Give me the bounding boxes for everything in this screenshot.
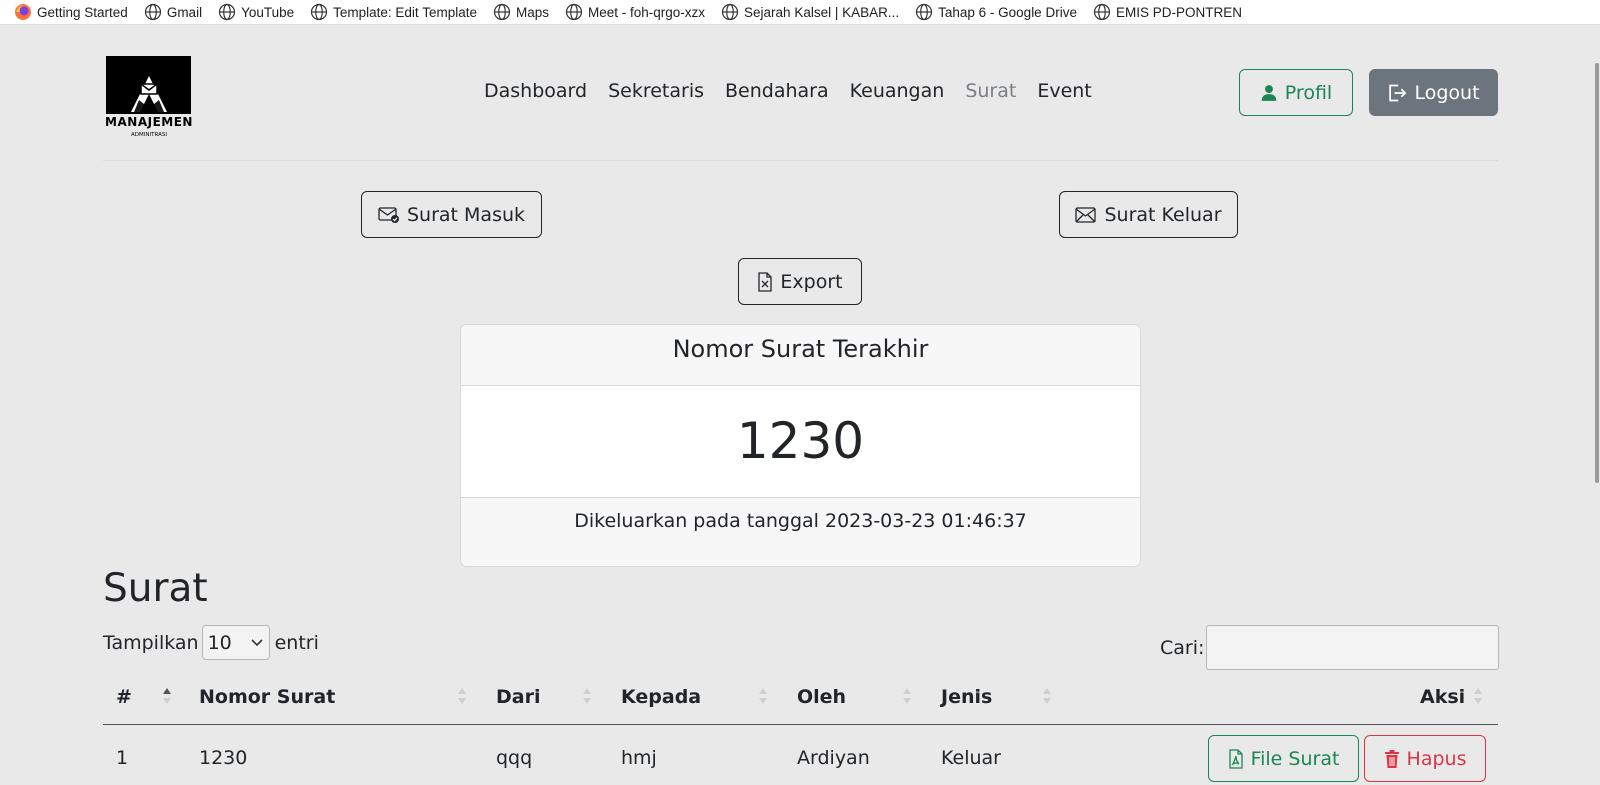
nav-keuangan[interactable]: Keuangan [850, 80, 945, 102]
section-title: Surat [103, 566, 208, 611]
logout-icon [1389, 84, 1407, 101]
sort-icon[interactable] [456, 684, 468, 708]
entries-value: 10 [207, 631, 232, 654]
bookmark-getting-started[interactable]: Getting Started [14, 3, 128, 21]
nav-surat[interactable]: Surat [965, 80, 1016, 102]
surat-masuk-label: Surat Masuk [406, 203, 526, 226]
logo[interactable]: MANAJEMEN ADMINITRASI [103, 56, 195, 160]
nav-bendahara[interactable]: Bendahara [725, 80, 829, 102]
logo-title: MANAJEMEN [105, 115, 193, 129]
bookmark-meet[interactable]: Meet - foh-qrgo-xzx [565, 3, 705, 21]
cell-dari: qqq [496, 747, 533, 769]
search-control: Cari: [1160, 625, 1500, 670]
trash-icon [1384, 749, 1399, 768]
nav-event[interactable]: Event [1037, 80, 1091, 102]
col-header-oleh[interactable]: Oleh [797, 686, 846, 708]
scrollbar[interactable] [1592, 25, 1600, 785]
last-number-card: Nomor Surat Terakhir 1230 Dikeluarkan pa… [460, 324, 1141, 567]
logout-label: Logout [1414, 81, 1480, 104]
col-header-aksi[interactable]: Aksi [1420, 686, 1465, 708]
globe-icon [565, 3, 583, 21]
file-surat-button[interactable]: File Surat [1208, 735, 1359, 782]
bookmark-template[interactable]: Template: Edit Template [310, 3, 477, 21]
card-footer-date: Dikeluarkan pada tanggal 2023-03-23 01:4… [461, 497, 1140, 566]
globe-icon [218, 3, 236, 21]
bookmark-youtube[interactable]: YouTube [218, 3, 294, 21]
sort-icon[interactable] [757, 684, 769, 708]
bookmark-label: YouTube [241, 4, 295, 20]
bookmark-label: Maps [515, 4, 549, 20]
main-nav: Dashboard Sekretaris Bendahara Keuangan … [484, 80, 1113, 102]
hapus-button[interactable]: Hapus [1364, 735, 1486, 782]
bookmark-gmail[interactable]: Gmail [144, 3, 202, 21]
scrollbar-thumb[interactable] [1595, 63, 1599, 483]
sort-icon[interactable] [1041, 684, 1053, 708]
col-header-kepada[interactable]: Kepada [621, 686, 701, 708]
envelope-check-icon [378, 206, 399, 223]
bookmark-emis[interactable]: EMIS PD-PONTREN [1093, 3, 1242, 21]
entries-select[interactable]: 10 [201, 625, 270, 660]
profil-button[interactable]: Profil [1239, 69, 1353, 116]
sort-icon[interactable] [581, 684, 593, 708]
surat-masuk-button[interactable]: Surat Masuk [361, 191, 542, 238]
bookmark-label: Meet - foh-qrgo-xzx [587, 4, 706, 20]
logo-mark: MANAJEMEN ADMINITRASI [105, 56, 193, 138]
person-icon [1261, 84, 1277, 101]
sort-icon[interactable] [1472, 684, 1484, 708]
col-header-nomor-surat[interactable]: Nomor Surat [199, 686, 335, 708]
sort-icon[interactable] [901, 684, 913, 708]
header-divider [103, 160, 1498, 161]
last-number: 1230 [736, 412, 865, 470]
file-pdf-icon [1228, 748, 1243, 769]
globe-icon [493, 3, 511, 21]
cell-no: 1 [116, 747, 129, 769]
globe-icon [721, 3, 739, 21]
profil-label: Profil [1284, 81, 1333, 104]
bookmark-maps[interactable]: Maps [493, 3, 549, 21]
hapus-label: Hapus [1406, 747, 1467, 770]
cell-oleh: Ardiyan [797, 747, 870, 769]
search-label: Cari: [1160, 636, 1205, 659]
globe-icon [311, 3, 328, 21]
entries-control: Tampilkan 10 entri [103, 625, 319, 660]
card-title: Nomor Surat Terakhir [461, 325, 1140, 386]
bookmark-label: Sejarah Kalsel | KABAR... [744, 4, 900, 20]
envelope-icon [1075, 206, 1097, 223]
logout-button[interactable]: Logout [1369, 69, 1498, 116]
chevron-down-icon [251, 638, 263, 646]
export-label: Export [780, 270, 843, 293]
search-input[interactable] [1206, 625, 1500, 670]
logo-subtitle: ADMINITRASI [131, 132, 167, 138]
firefox-icon [15, 4, 31, 20]
globe-icon [1093, 3, 1111, 21]
file-excel-icon [758, 271, 773, 292]
table-header-divider [103, 724, 1498, 725]
nav-sekretaris[interactable]: Sekretaris [608, 80, 704, 102]
col-header-jenis[interactable]: Jenis [941, 686, 992, 708]
cell-nomor-surat: 1230 [199, 747, 248, 769]
col-header-dari[interactable]: Dari [496, 686, 540, 708]
cell-jenis: Keluar [941, 747, 1001, 769]
bookmark-label: Template: Edit Template [333, 4, 477, 20]
surat-keluar-label: Surat Keluar [1104, 203, 1222, 226]
bookmark-google-drive[interactable]: Tahap 6 - Google Drive [915, 3, 1077, 21]
bookmark-sejarah[interactable]: Sejarah Kalsel | KABAR... [721, 3, 899, 21]
bookmark-label: Tahap 6 - Google Drive [938, 4, 1077, 20]
export-button[interactable]: Export [738, 258, 862, 305]
entries-prefix: Tampilkan [103, 631, 199, 654]
bookmark-label: Getting Started [37, 4, 128, 20]
nav-dashboard[interactable]: Dashboard [484, 80, 587, 102]
bookmarks-bar: Getting Started Gmail YouTube Template: … [0, 0, 1600, 25]
sort-asc-icon[interactable] [161, 684, 173, 708]
entries-suffix: entri [274, 631, 319, 654]
globe-icon [916, 3, 933, 21]
bookmark-label: Gmail [166, 4, 203, 20]
file-surat-label: File Surat [1250, 747, 1340, 770]
cell-kepada: hmj [621, 747, 657, 769]
col-header-no[interactable]: # [116, 686, 132, 708]
globe-icon [144, 3, 161, 21]
surat-keluar-button[interactable]: Surat Keluar [1059, 191, 1238, 238]
bookmark-label: EMIS PD-PONTREN [1115, 4, 1242, 20]
